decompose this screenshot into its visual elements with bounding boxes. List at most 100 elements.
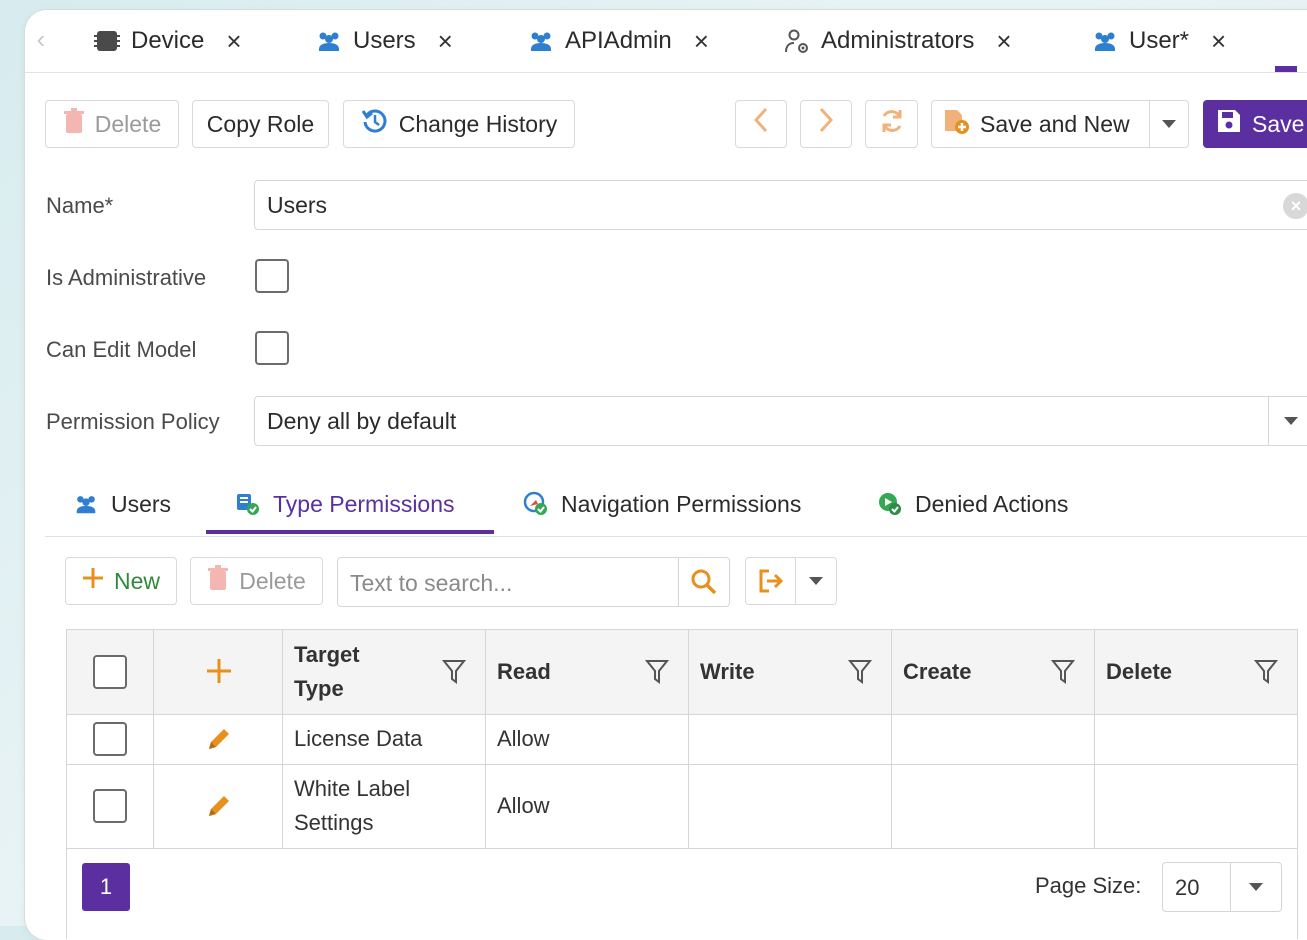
chevron-left-icon — [753, 107, 769, 141]
export-button[interactable] — [745, 557, 837, 605]
close-icon[interactable]: × — [226, 26, 241, 57]
export-options-dropdown[interactable] — [795, 558, 836, 604]
column-header-write[interactable]: Write — [700, 655, 755, 689]
column-header-delete[interactable]: Delete — [1106, 655, 1172, 689]
tab-navigation-permissions[interactable]: Navigation Permissions — [523, 472, 801, 536]
name-field-value: Users — [267, 191, 328, 218]
type-permissions-icon — [235, 491, 261, 517]
permission-policy-select[interactable]: Deny all by default — [254, 396, 1307, 446]
can-edit-model-label: Can Edit Model — [46, 337, 197, 362]
application-window: ‹ Device × Users × APIAdmin × Administra… — [25, 10, 1307, 940]
grid-delete-button-label: Delete — [239, 567, 306, 594]
tab-scroll-left-icon[interactable]: ‹ — [29, 26, 53, 54]
row-checkbox[interactable] — [93, 789, 127, 823]
copy-role-button[interactable]: Copy Role — [192, 100, 329, 148]
tab-users[interactable]: Users — [73, 472, 171, 536]
save-and-new-button[interactable]: Save and New — [931, 100, 1189, 148]
table-row[interactable]: White Label Settings Allow — [67, 765, 1297, 849]
refresh-icon — [878, 107, 906, 141]
select-all-checkbox[interactable] — [93, 655, 127, 689]
delete-button[interactable]: Delete — [45, 100, 179, 148]
edit-row-button[interactable] — [205, 792, 233, 825]
page-size-dropdown[interactable] — [1230, 863, 1281, 911]
filter-icon[interactable] — [847, 659, 873, 690]
doc-tab-label: Administrators — [821, 27, 975, 54]
users-icon — [1091, 27, 1119, 55]
tab-label: Navigation Permissions — [561, 490, 802, 517]
history-icon — [361, 107, 389, 141]
search-button[interactable] — [678, 558, 729, 606]
close-icon[interactable]: × — [438, 26, 453, 57]
page-size-label: Page Size: — [1035, 873, 1142, 898]
detail-tabs: Users Type Permissions Navigation Permis… — [45, 472, 1307, 537]
column-header-target-type[interactable]: Target Type — [294, 638, 360, 706]
admin-user-icon — [783, 27, 811, 55]
edit-row-button[interactable] — [205, 725, 233, 758]
table-row[interactable]: License Data Allow — [67, 714, 1297, 765]
floppy-disk-icon — [1216, 108, 1242, 140]
filter-icon[interactable] — [1253, 659, 1279, 690]
row-checkbox[interactable] — [93, 722, 127, 756]
chevron-down-icon — [1249, 883, 1263, 891]
users-icon — [73, 491, 99, 517]
new-row-button[interactable] — [205, 657, 233, 690]
document-tab-strip: ‹ Device × Users × APIAdmin × Administra… — [25, 10, 1307, 73]
tab-denied-actions[interactable]: Denied Actions — [877, 472, 1068, 536]
is-administrative-checkbox[interactable] — [255, 259, 289, 293]
refresh-button[interactable] — [865, 100, 918, 148]
save-button-label: Save — [1252, 110, 1305, 137]
filter-icon[interactable] — [644, 659, 670, 690]
filter-icon[interactable] — [441, 659, 467, 690]
page-button-current[interactable]: 1 — [82, 863, 130, 911]
device-icon — [93, 27, 121, 55]
denied-actions-icon — [877, 491, 903, 517]
close-icon[interactable]: × — [996, 26, 1011, 57]
users-icon — [315, 27, 343, 55]
column-header-line: Type — [294, 676, 344, 701]
doc-tab-administrators[interactable]: Administrators × — [783, 10, 1012, 72]
grid-delete-button[interactable]: Delete — [190, 557, 323, 605]
previous-record-button[interactable] — [735, 100, 787, 148]
name-field[interactable]: Users × — [254, 180, 1307, 230]
can-edit-model-checkbox[interactable] — [255, 331, 289, 365]
active-tab-indicator — [1275, 66, 1297, 72]
read-cell: Allow — [497, 726, 550, 751]
chevron-down-icon — [809, 577, 823, 585]
tab-type-permissions[interactable]: Type Permissions — [235, 472, 455, 536]
doc-tab-user-new[interactable]: User* × — [1091, 10, 1226, 72]
permission-policy-value: Deny all by default — [267, 407, 457, 434]
export-icon — [746, 568, 796, 594]
doc-tab-device[interactable]: Device × — [93, 10, 242, 72]
doc-tab-apiadmin[interactable]: APIAdmin × — [527, 10, 709, 72]
search-box — [337, 557, 730, 608]
save-options-dropdown[interactable] — [1149, 101, 1188, 147]
close-icon[interactable]: × — [1211, 26, 1226, 57]
filter-icon[interactable] — [1050, 659, 1076, 690]
page-size-select[interactable]: 20 — [1162, 862, 1282, 912]
doc-tab-users[interactable]: Users × — [315, 10, 453, 72]
clear-icon[interactable]: × — [1283, 193, 1307, 219]
column-header-create[interactable]: Create — [903, 655, 971, 689]
plus-icon — [82, 567, 104, 595]
column-header-read[interactable]: Read — [497, 655, 551, 689]
permission-policy-dropdown[interactable] — [1268, 397, 1307, 445]
change-history-button[interactable]: Change History — [343, 100, 575, 148]
new-button[interactable]: New — [65, 557, 177, 605]
search-icon — [691, 569, 717, 595]
chevron-down-icon — [1162, 120, 1176, 128]
active-tab-underline — [206, 530, 494, 534]
search-input[interactable] — [338, 558, 692, 608]
tab-label: Type Permissions — [273, 490, 455, 517]
column-header-line: Target — [294, 642, 360, 667]
navigation-permissions-icon — [523, 491, 549, 517]
save-button[interactable]: Save — [1203, 100, 1307, 148]
save-and-new-button-label: Save and New — [980, 110, 1130, 137]
target-type-cell: License Data — [294, 726, 423, 751]
next-record-button[interactable] — [800, 100, 852, 148]
permission-policy-label: Permission Policy — [46, 409, 220, 434]
delete-button-label: Delete — [94, 110, 162, 137]
close-icon[interactable]: × — [694, 26, 709, 57]
save-and-new-icon — [942, 107, 970, 141]
target-type-cell: White Label Settings — [294, 772, 410, 840]
tab-label: Denied Actions — [915, 490, 1069, 517]
